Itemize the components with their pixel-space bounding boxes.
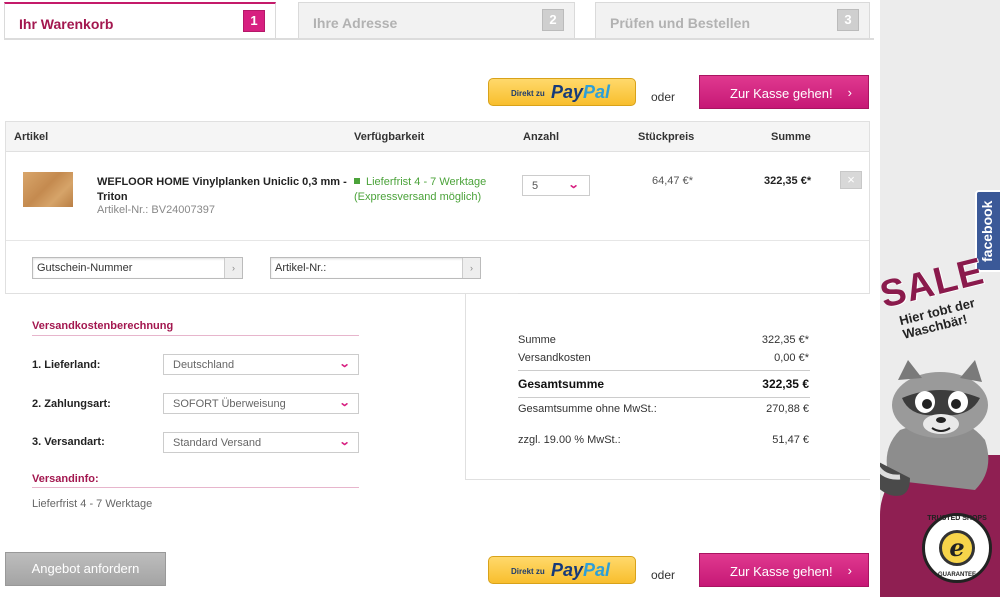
section-divider bbox=[32, 335, 359, 336]
total-label: Gesamtsumme bbox=[518, 377, 605, 391]
steps-divider bbox=[4, 38, 874, 40]
subtotal-value: 322,35 €* bbox=[761, 334, 809, 346]
vat-value: 51,47 € bbox=[772, 434, 809, 446]
shipping-calc-title: Versandkostenberechnung bbox=[32, 320, 174, 332]
trusted-shops-badge[interactable]: TRUSTED SHOPS e GUARANTEE bbox=[922, 513, 992, 583]
voucher-submit-button[interactable]: › bbox=[224, 258, 242, 278]
facebook-label: facebook bbox=[979, 200, 995, 262]
voucher-input[interactable]: Gutschein-Nummer › bbox=[32, 257, 243, 279]
totals-divider bbox=[518, 370, 810, 371]
cart-page: Ihr Warenkorb 1 Ihre Adresse 2 Prüfen un… bbox=[0, 0, 880, 597]
paypal-small-label: Direkt zu bbox=[511, 89, 545, 98]
subtotal-label: Summe bbox=[518, 334, 556, 346]
quantity-value: 5 bbox=[532, 180, 539, 192]
availability-indicator-icon bbox=[354, 178, 360, 184]
shipping-calculation: Versandkostenberechnung 1. Lieferland: D… bbox=[5, 294, 465, 524]
header-unit-price: Stückpreis bbox=[638, 131, 695, 143]
step-number: 1 bbox=[243, 10, 265, 32]
chevron-right-icon: › bbox=[847, 563, 852, 578]
paypal-express-button-top[interactable]: Direkt zu PayPal bbox=[488, 78, 636, 106]
shipping-cost-label: Versandkosten bbox=[518, 352, 591, 364]
line-sum: 322,35 €* bbox=[764, 175, 812, 187]
or-label: oder bbox=[651, 90, 676, 104]
shipping-info-title: Versandinfo: bbox=[32, 473, 99, 485]
checkout-label: Zur Kasse gehen! bbox=[730, 564, 833, 579]
header-sum: Summe bbox=[771, 131, 811, 143]
checkout-label: Zur Kasse gehen! bbox=[730, 86, 833, 101]
header-artikel: Artikel bbox=[14, 131, 49, 143]
checkout-button-top[interactable]: Zur Kasse gehen! › bbox=[699, 75, 869, 109]
trusted-shops-e-icon: e bbox=[939, 530, 975, 566]
step-tab-address[interactable]: Ihre Adresse 2 bbox=[298, 2, 575, 38]
promo-sidebar: facebook SALE Hier tobt der Waschbär! TR… bbox=[880, 0, 1000, 597]
net-total-value: 270,88 € bbox=[766, 403, 809, 415]
chevron-down-icon: ⌄ bbox=[567, 179, 580, 191]
section-divider bbox=[32, 487, 359, 488]
product-image[interactable] bbox=[23, 172, 73, 207]
cart-table: Artikel Verfügbarkeit Anzahl Stückpreis … bbox=[5, 121, 870, 294]
payment-value: SOFORT Überweisung bbox=[173, 398, 286, 410]
totals-divider bbox=[518, 293, 810, 294]
shipping-method-select[interactable]: Standard Versand ⌄ bbox=[163, 432, 359, 453]
step-label: Prüfen und Bestellen bbox=[610, 15, 751, 31]
total-value: 322,35 € bbox=[762, 377, 809, 391]
step-tab-review[interactable]: Prüfen und Bestellen 3 bbox=[595, 2, 870, 38]
header-availability: Verfügbarkeit bbox=[354, 131, 425, 143]
availability-text: Lieferfrist 4 - 7 Werktage bbox=[366, 176, 487, 188]
step-number: 3 bbox=[837, 9, 859, 31]
table-header: Artikel Verfügbarkeit Anzahl Stückpreis … bbox=[6, 122, 869, 152]
checkout-button-bottom[interactable]: Zur Kasse gehen! › bbox=[699, 553, 869, 587]
step-label: Ihr Warenkorb bbox=[19, 16, 114, 32]
net-total-label: Gesamtsumme ohne MwSt.: bbox=[518, 403, 657, 415]
header-quantity: Anzahl bbox=[523, 131, 560, 143]
request-quote-button[interactable]: Angebot anfordern bbox=[5, 552, 166, 586]
paypal-logo: PayPal bbox=[551, 560, 611, 580]
chevron-down-icon: ⌄ bbox=[338, 358, 351, 370]
chevron-down-icon: ⌄ bbox=[338, 397, 351, 409]
chevron-down-icon: ⌄ bbox=[338, 436, 351, 448]
payment-select[interactable]: SOFORT Überweisung ⌄ bbox=[163, 393, 359, 414]
or-label: oder bbox=[651, 568, 676, 582]
chevron-right-icon: › bbox=[847, 85, 852, 100]
shipping-method-label: 3. Versandart: bbox=[32, 436, 105, 448]
payment-label: 2. Zahlungsart: bbox=[32, 398, 111, 410]
unit-price: 64,47 €* bbox=[652, 175, 693, 187]
shipping-method-value: Standard Versand bbox=[173, 437, 262, 449]
step-label: Ihre Adresse bbox=[313, 15, 398, 31]
raccoon-mascot-icon[interactable] bbox=[880, 360, 1000, 500]
trusted-shops-guarantee: GUARANTEE bbox=[937, 572, 976, 578]
product-sku: Artikel-Nr.: BV24007397 bbox=[97, 204, 216, 216]
sale-banner[interactable]: SALE Hier tobt der Waschbär! bbox=[880, 250, 995, 344]
vat-label: zzgl. 19.00 % MwSt.: bbox=[518, 434, 621, 446]
article-placeholder: Artikel-Nr.: bbox=[275, 262, 327, 274]
paypal-logo: PayPal bbox=[551, 82, 611, 102]
country-label: 1. Lieferland: bbox=[32, 359, 101, 371]
totals-divider bbox=[518, 397, 810, 398]
remove-item-button[interactable]: × bbox=[840, 171, 862, 189]
article-submit-button[interactable]: › bbox=[462, 258, 480, 278]
step-number: 2 bbox=[542, 9, 564, 31]
country-value: Deutschland bbox=[173, 359, 235, 371]
paypal-express-button-bottom[interactable]: Direkt zu PayPal bbox=[488, 556, 636, 584]
availability: Lieferfrist 4 - 7 Werktage (Expressversa… bbox=[354, 175, 486, 205]
availability-express: (Expressversand möglich) bbox=[354, 191, 482, 203]
product-name[interactable]: WEFLOOR HOME Vinylplanken Uniclic 0,3 mm… bbox=[97, 175, 347, 205]
shipping-cost-value: 0,00 €* bbox=[774, 352, 809, 364]
shipping-info-text: Lieferfrist 4 - 7 Werktage bbox=[32, 498, 153, 510]
trusted-shops-label: TRUSTED SHOPS bbox=[927, 515, 987, 522]
quantity-select[interactable]: 5 ⌄ bbox=[522, 175, 590, 196]
paypal-small-label: Direkt zu bbox=[511, 567, 545, 576]
row-divider bbox=[6, 240, 869, 241]
voucher-placeholder: Gutschein-Nummer bbox=[37, 262, 133, 274]
step-tab-cart[interactable]: Ihr Warenkorb 1 bbox=[4, 2, 276, 38]
checkout-steps: Ihr Warenkorb 1 Ihre Adresse 2 Prüfen un… bbox=[4, 2, 874, 40]
article-number-input[interactable]: Artikel-Nr.: › bbox=[270, 257, 481, 279]
country-select[interactable]: Deutschland ⌄ bbox=[163, 354, 359, 375]
